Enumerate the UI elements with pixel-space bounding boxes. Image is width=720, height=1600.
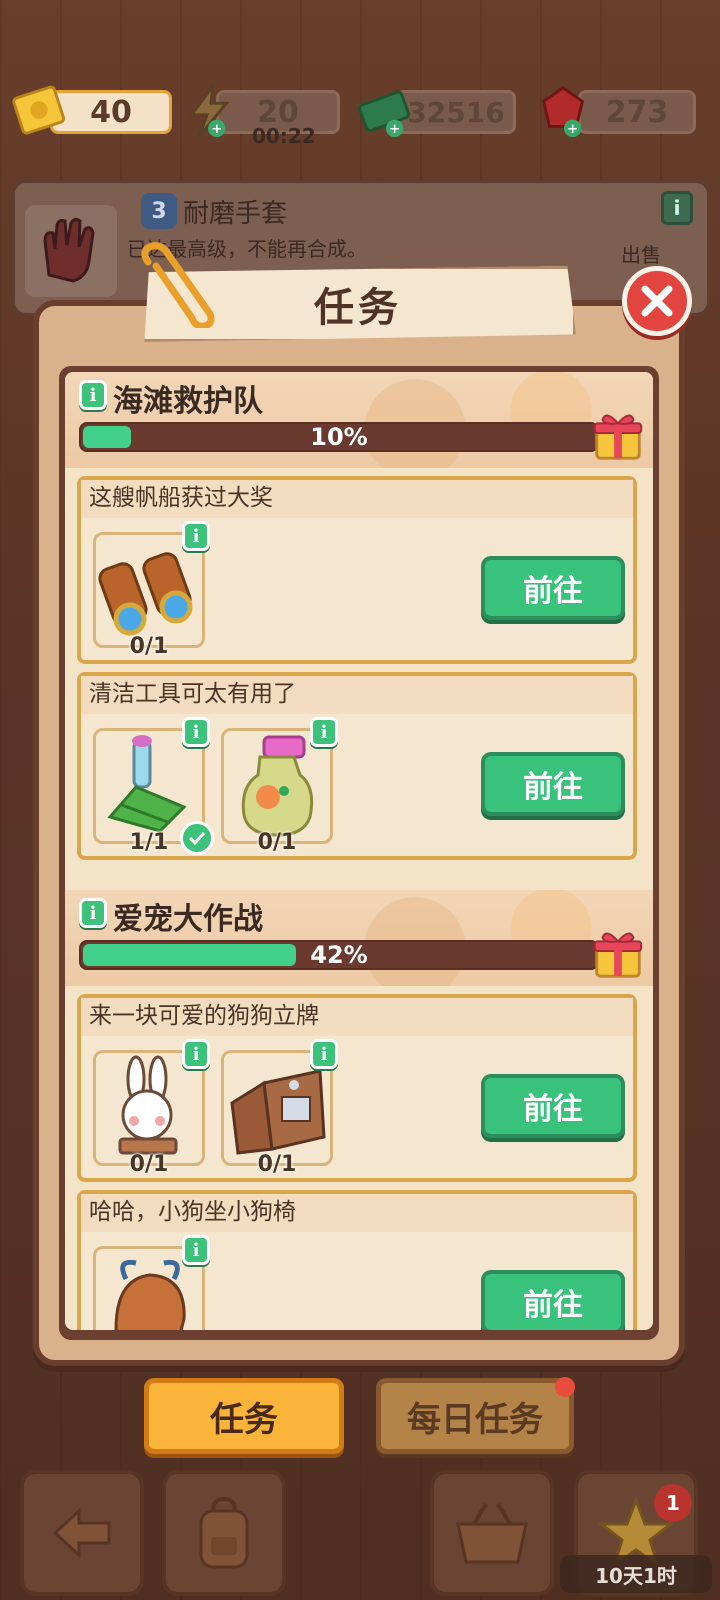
- task-card: 来一块可爱的狗狗立牌 0/1 i 0/1 i 前往: [77, 994, 637, 1182]
- task-item-slot[interactable]: 0/1 i: [93, 1039, 210, 1177]
- info-icon[interactable]: i: [182, 1039, 210, 1069]
- quest-progress-bar: 10%: [79, 422, 599, 452]
- go-button[interactable]: 前往: [481, 752, 625, 816]
- task-title: 这艘帆船获过大奖: [81, 480, 633, 518]
- cash-icon: +: [358, 90, 410, 137]
- quest-header: i 海滩救护队 10%: [65, 372, 653, 468]
- check-icon: [180, 821, 214, 855]
- task-item-slot[interactable]: 0/1 i: [221, 717, 338, 855]
- resource-bar: 40 20 + 32516 + 273 +: [0, 80, 720, 144]
- back-button[interactable]: [20, 1470, 144, 1596]
- quest-header: i 爱宠大作战 42%: [65, 890, 653, 986]
- tab-tasks[interactable]: 任务: [144, 1378, 344, 1454]
- back-arrow-icon: [52, 1507, 111, 1559]
- item-level-badge: 3: [141, 193, 177, 229]
- glove-icon: [25, 205, 117, 297]
- quest-section: i 爱宠大作战 42% 来一块可爱的狗狗立牌 0/1 i 0/1 i 前往 哈哈…: [65, 890, 653, 1330]
- info-icon[interactable]: i: [79, 380, 107, 410]
- task-body: 0/1 i 前往: [81, 518, 633, 660]
- task-card: 清洁工具可太有用了 1/1 i 0/1 i 前往: [77, 672, 637, 860]
- task-item-slot[interactable]: 0/1 i: [93, 521, 210, 659]
- info-icon[interactable]: i: [182, 717, 210, 747]
- task-item-slot[interactable]: 0/1 i: [221, 1039, 338, 1177]
- item-count: 0/1: [129, 1152, 169, 1177]
- item-count: 0/1: [257, 1152, 297, 1177]
- gem-counter[interactable]: 273 +: [534, 86, 696, 137]
- notification-badge: 1: [654, 1484, 692, 1522]
- info-icon[interactable]: i: [310, 717, 338, 747]
- cardboard-sign-icon: [230, 1069, 326, 1155]
- notification-dot: [555, 1377, 575, 1397]
- ticket-counter[interactable]: 40: [10, 85, 172, 135]
- task-card: 哈哈，小狗坐小狗椅 i 前往: [77, 1190, 637, 1330]
- task-title: 来一块可爱的狗狗立牌: [81, 998, 633, 1036]
- quest-progress-label: 10%: [310, 423, 368, 451]
- task-modal: i 海滩救护队 10% 这艘帆船获过大奖 0/1 i 前往 清洁工具可太有用了 …: [33, 300, 685, 1366]
- close-button[interactable]: [622, 266, 692, 336]
- close-icon: [641, 285, 673, 317]
- ticket-icon: [12, 85, 66, 135]
- info-icon[interactable]: i: [310, 1039, 338, 1069]
- go-button[interactable]: 前往: [481, 1270, 625, 1330]
- tab-daily-tasks-label: 每日任务: [407, 1399, 543, 1440]
- bunny-figure-icon: [118, 1055, 178, 1155]
- shop-basket-button[interactable]: [430, 1470, 554, 1596]
- info-icon[interactable]: i: [661, 191, 693, 225]
- gift-box-icon[interactable]: [589, 406, 647, 464]
- gift-box-icon[interactable]: [589, 924, 647, 982]
- task-item-slot[interactable]: 1/1 i: [93, 717, 214, 855]
- task-body: 1/1 i 0/1 i 前往: [81, 714, 633, 856]
- cash-count: 32516: [396, 90, 516, 134]
- paperclip-icon: [141, 242, 215, 328]
- svg-text:+: +: [211, 121, 222, 137]
- gem-count: 273: [578, 90, 696, 134]
- basket-icon: [456, 1502, 528, 1564]
- item-count: 0/1: [257, 830, 297, 855]
- task-title: 哈哈，小狗坐小狗椅: [81, 1194, 633, 1232]
- backpack-button[interactable]: [162, 1470, 286, 1596]
- ticket-count: 40: [50, 90, 172, 134]
- quest-title: 爱宠大作战: [113, 902, 263, 937]
- info-icon[interactable]: i: [182, 521, 210, 551]
- gem-icon: +: [542, 86, 584, 137]
- item-name: 耐磨手套: [183, 199, 288, 229]
- cash-counter[interactable]: 32516 +: [356, 90, 518, 137]
- svg-text:+: +: [389, 121, 400, 137]
- go-button[interactable]: 前往: [481, 556, 625, 620]
- task-body: i 前往: [81, 1232, 633, 1330]
- sell-label[interactable]: 出售: [621, 239, 661, 268]
- svg-text:+: +: [567, 121, 578, 137]
- task-list[interactable]: i 海滩救护队 10% 这艘帆船获过大奖 0/1 i 前往 清洁工具可太有用了 …: [65, 372, 653, 1330]
- spray-bottle-icon: [241, 735, 314, 837]
- task-title: 清洁工具可太有用了: [81, 676, 633, 714]
- info-icon[interactable]: i: [79, 898, 107, 928]
- quest-progress-label: 42%: [310, 941, 368, 969]
- go-button[interactable]: 前往: [481, 1074, 625, 1138]
- info-icon[interactable]: i: [182, 1235, 210, 1265]
- energy-timer: 00:22: [252, 124, 316, 148]
- task-body: 0/1 i 0/1 i 前往: [81, 1036, 633, 1178]
- binoculars-icon: [98, 552, 193, 636]
- task-list-frame: i 海滩救护队 10% 这艘帆船获过大奖 0/1 i 前往 清洁工具可太有用了 …: [59, 366, 659, 1340]
- quest-section: i 海滩救护队 10% 这艘帆船获过大奖 0/1 i 前往 清洁工具可太有用了 …: [65, 372, 653, 860]
- tab-daily-tasks[interactable]: 每日任务: [376, 1377, 575, 1454]
- event-timer: 10天1时: [560, 1555, 712, 1593]
- task-item-slot[interactable]: i: [93, 1235, 210, 1330]
- task-card: 这艘帆船获过大奖 0/1 i 前往: [77, 476, 637, 664]
- item-count: 0/1: [129, 634, 169, 659]
- quest-progress-bar: 42%: [79, 940, 599, 970]
- quest-title: 海滩救护队: [113, 384, 263, 419]
- lightning-icon: +: [188, 82, 230, 137]
- backpack-icon: [199, 1496, 249, 1569]
